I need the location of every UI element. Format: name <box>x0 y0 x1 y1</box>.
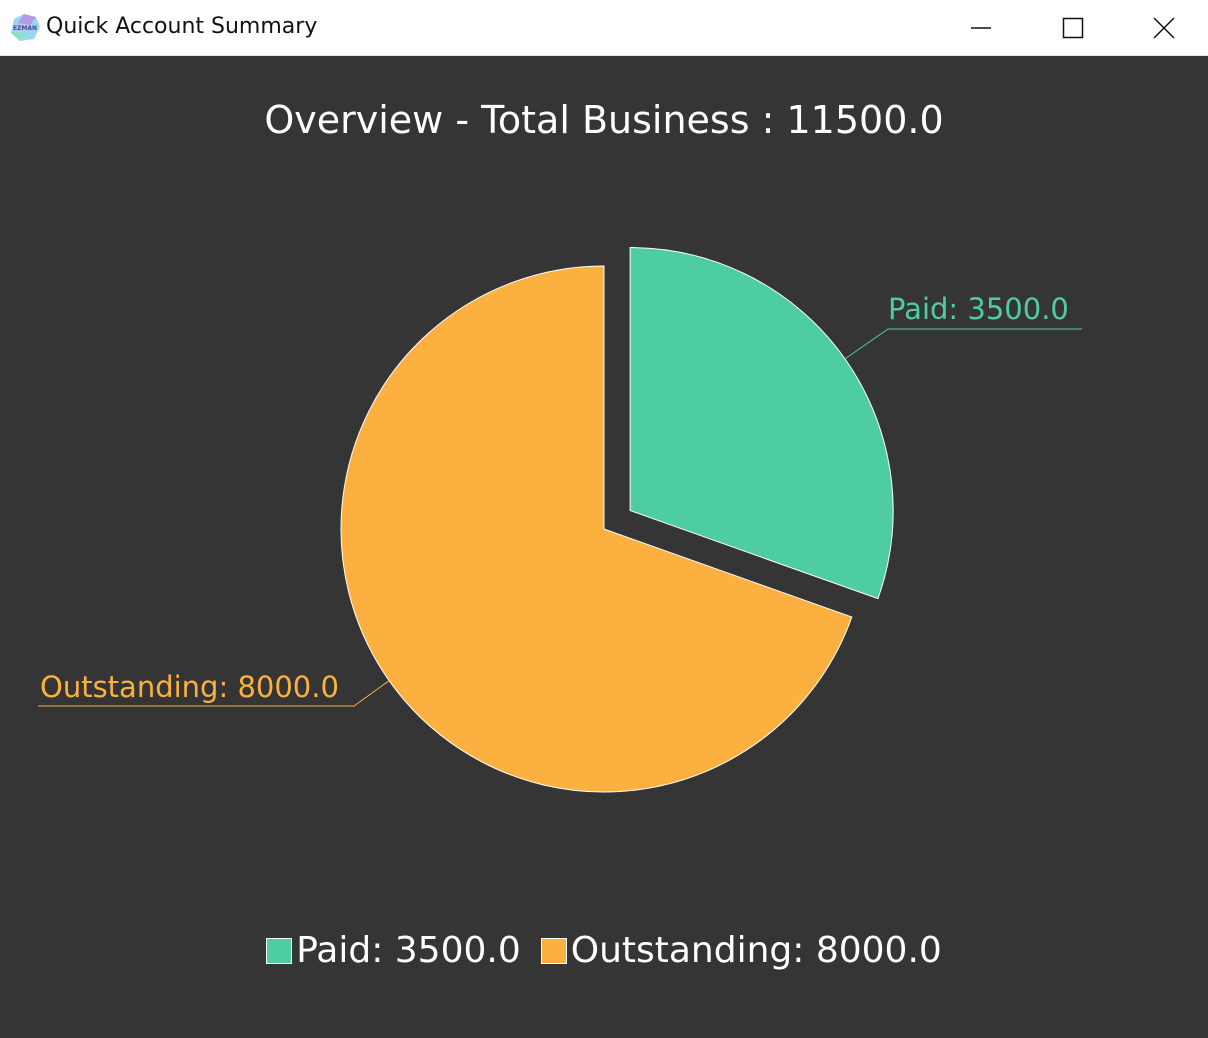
legend-swatch-paid <box>266 937 293 964</box>
legend-label-outstanding: Outstanding: 8000.0 <box>570 930 942 971</box>
slice-label-paid: Paid: 3500.0 <box>888 292 1069 326</box>
pie-slice-paid[interactable] <box>629 247 894 600</box>
legend-label-paid: Paid: 3500.0 <box>296 930 521 971</box>
chart-legend: Paid: 3500.0 Outstanding: 8000.0 <box>0 930 1208 971</box>
slice-label-outstanding: Outstanding: 8000.0 <box>40 670 339 704</box>
pie-chart: Paid: 3500.0 Outstanding: 8000.0 <box>38 247 1082 793</box>
app-window: EZMAN Quick Account Summary Overview - T… <box>0 0 1208 1038</box>
legend-item-outstanding: Outstanding: 8000.0 <box>540 930 942 971</box>
leader-line-paid <box>844 328 1082 360</box>
legend-item-paid: Paid: 3500.0 <box>266 930 521 971</box>
legend-swatch-outstanding <box>540 937 567 964</box>
